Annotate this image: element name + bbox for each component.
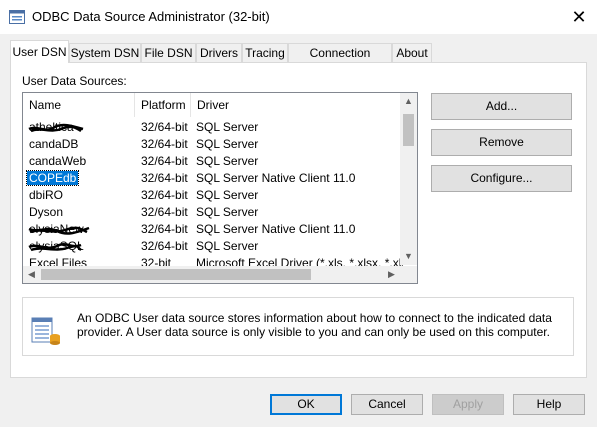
row-name-wrap: COPEdb — [25, 170, 133, 187]
row-platform: 32/64-bit — [141, 171, 188, 185]
tab-file-dsn[interactable]: File DSN — [141, 43, 196, 62]
apply-button[interactable]: Apply — [432, 394, 504, 415]
scroll-right-icon[interactable]: ▶ — [383, 266, 400, 283]
scroll-left-icon[interactable]: ◀ — [23, 266, 40, 283]
table-row[interactable]: elysiaSQL 32/64-bit SQL Server — [23, 238, 403, 255]
tab-about[interactable]: About — [392, 43, 432, 62]
table-row[interactable]: candaWeb 32/64-bit SQL Server — [23, 153, 403, 170]
row-driver: SQL Server — [196, 205, 259, 219]
row-driver: SQL Server — [196, 154, 259, 168]
tab-system-dsn[interactable]: System DSN — [69, 43, 141, 62]
redaction-scribble — [28, 226, 90, 235]
row-platform: 32/64-bit — [141, 137, 188, 151]
row-driver: SQL Server — [196, 239, 259, 253]
redaction-scribble — [28, 123, 84, 133]
row-driver: SQL Server — [196, 120, 259, 134]
row-driver: SQL Server Native Client 11.0 — [196, 171, 356, 185]
row-platform: 32/64-bit — [141, 120, 188, 134]
scroll-corner — [400, 266, 417, 283]
row-driver: SQL Server Native Client 11.0 — [196, 222, 356, 236]
cancel-button[interactable]: Cancel — [351, 394, 423, 415]
scroll-down-icon[interactable]: ▼ — [400, 248, 417, 265]
table-row[interactable]: dbiRO 32/64-bit SQL Server — [23, 187, 403, 204]
info-text: An ODBC User data source stores informat… — [77, 311, 552, 339]
section-label: User Data Sources: — [22, 74, 127, 88]
table-row[interactable]: candaDB 32/64-bit SQL Server — [23, 136, 403, 153]
row-driver: SQL Server — [196, 137, 259, 151]
help-button[interactable]: Help — [513, 394, 585, 415]
tab-drivers[interactable]: Drivers — [196, 43, 242, 62]
table-row[interactable]: Dyson 32/64-bit SQL Server — [23, 204, 403, 221]
odbc-app-icon — [9, 10, 25, 24]
row-platform: 32/64-bit — [141, 205, 188, 219]
remove-button[interactable]: Remove — [431, 129, 572, 156]
row-name: candaDB — [29, 137, 79, 151]
tab-connection-pooling[interactable]: Connection Pooling — [288, 43, 392, 79]
vertical-scrollbar[interactable]: ▲ ▼ — [400, 93, 417, 265]
data-sources-list[interactable]: Name Platform Driver atheltica 32/64-bit… — [22, 92, 418, 284]
tab-user-dsn[interactable]: User DSN — [10, 40, 69, 63]
vertical-scroll-thumb[interactable] — [403, 114, 414, 146]
row-platform: 32/64-bit — [141, 154, 188, 168]
row-platform: 32/64-bit — [141, 188, 188, 202]
row-platform: 32/64-bit — [141, 222, 188, 236]
add-button[interactable]: Add... — [431, 93, 572, 120]
row-name: dbiRO — [29, 188, 64, 202]
table-row[interactable]: atheltica 32/64-bit SQL Server — [23, 119, 403, 136]
row-name: Dyson — [29, 205, 64, 219]
window-title: ODBC Data Source Administrator (32-bit) — [32, 9, 270, 24]
row-name: candaWeb — [29, 154, 87, 168]
close-icon[interactable]: ✕ — [567, 5, 591, 29]
data-source-icon — [31, 317, 60, 345]
redaction-scribble — [28, 243, 82, 252]
horizontal-scrollbar[interactable]: ◀ ▶ — [23, 266, 400, 283]
row-driver: SQL Server — [196, 188, 259, 202]
column-header-driver[interactable]: Driver — [191, 93, 403, 117]
table-row-selected[interactable]: COPEdb 32/64-bit SQL Server Native Clien… — [23, 170, 403, 187]
column-header-name[interactable]: Name — [23, 93, 135, 117]
scroll-up-icon[interactable]: ▲ — [400, 93, 417, 110]
row-name: COPEdb — [25, 170, 80, 186]
row-platform: 32/64-bit — [141, 239, 188, 253]
table-row[interactable]: elysiaNew 32/64-bit SQL Server Native Cl… — [23, 221, 403, 238]
horizontal-scroll-thumb[interactable] — [41, 269, 311, 280]
tab-tracing[interactable]: Tracing — [242, 43, 288, 62]
ok-button[interactable]: OK — [270, 394, 342, 415]
column-header-platform[interactable]: Platform — [135, 93, 191, 117]
configure-button[interactable]: Configure... — [431, 165, 572, 192]
